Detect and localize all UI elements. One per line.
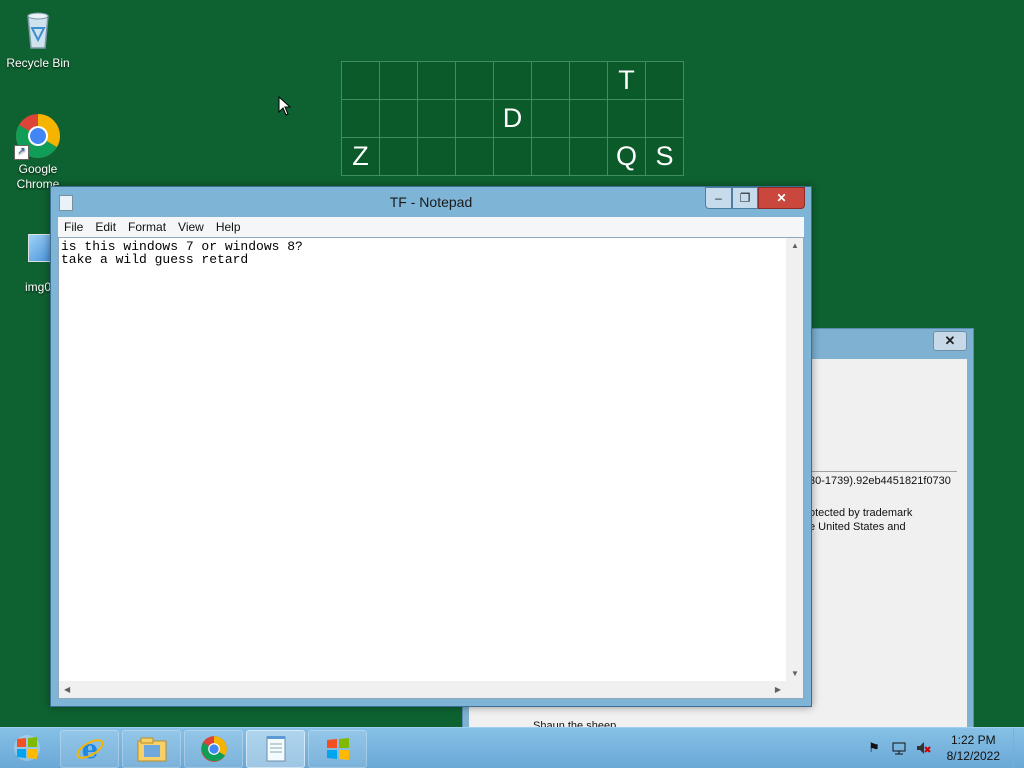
volume-muted-icon[interactable] <box>915 740 931 756</box>
start-button[interactable] <box>2 730 52 766</box>
menu-edit[interactable]: Edit <box>89 220 122 234</box>
taskbar-internet-explorer[interactable]: e <box>60 730 119 768</box>
version-text: 30-1739).92eb4451821f0730 <box>809 475 951 487</box>
horizontal-scrollbar[interactable]: ◀ ▶ <box>59 681 786 698</box>
clock-date: 8/12/2022 <box>946 749 1000 763</box>
grid-cell <box>532 100 570 138</box>
menu-format[interactable]: Format <box>122 220 172 234</box>
vertical-scrollbar[interactable]: ▲ ▼ <box>786 238 803 681</box>
grid-cell <box>646 62 684 100</box>
menu-file[interactable]: File <box>58 220 89 234</box>
grid-cell: Z <box>342 138 380 176</box>
taskbar-notepad[interactable] <box>246 730 305 768</box>
grid-cell <box>456 62 494 100</box>
window-title: TF - Notepad <box>389 194 473 210</box>
grid-cell <box>646 100 684 138</box>
restore-button[interactable]: ❐ <box>732 187 758 209</box>
menu-view[interactable]: View <box>172 220 210 234</box>
restore-icon: ❐ <box>739 191 751 205</box>
svg-text:e: e <box>81 735 98 764</box>
menu-help[interactable]: Help <box>210 220 247 234</box>
close-icon: ✕ <box>944 333 956 348</box>
grid-cell <box>570 100 608 138</box>
notepad-icon <box>266 736 285 762</box>
desktop-icon-label: Recycle Bin <box>6 56 70 70</box>
grid-cell <box>570 62 608 100</box>
grid-cell <box>608 100 646 138</box>
chrome-icon <box>200 736 227 762</box>
taskbar-windows-app[interactable] <box>308 730 367 768</box>
minimize-icon: – <box>715 191 722 205</box>
internet-explorer-icon: e <box>76 735 103 764</box>
desktop-icon-recycle-bin[interactable]: Recycle Bin <box>0 6 76 71</box>
divider <box>809 471 957 472</box>
grid-cell <box>380 62 418 100</box>
taskbar-chrome[interactable] <box>184 730 243 768</box>
file-explorer-icon <box>137 737 166 762</box>
windows-icon <box>326 738 349 760</box>
grid-cell: D <box>494 100 532 138</box>
trademark-text: otected by trademark <box>809 507 913 519</box>
wallpaper-grid: T D Z QS <box>341 61 684 176</box>
scroll-left-icon[interactable]: ◀ <box>64 685 70 694</box>
chrome-icon: ↗ <box>14 112 62 160</box>
desktop-icon-chrome[interactable]: ↗ Google Chrome <box>0 112 76 192</box>
editor-text[interactable]: is this windows 7 or windows 8? take a wi… <box>59 240 785 680</box>
grid-cell <box>532 138 570 176</box>
grid-cell <box>494 62 532 100</box>
grid-cell <box>570 138 608 176</box>
grid-cell <box>456 138 494 176</box>
system-clock[interactable]: 1:22 PM 8/12/2022 <box>947 732 1000 764</box>
scroll-down-icon[interactable]: ▼ <box>791 669 799 678</box>
grid-cell <box>342 100 380 138</box>
grid-cell <box>380 138 418 176</box>
menu-bar: File Edit Format View Help <box>58 217 804 237</box>
scroll-up-icon[interactable]: ▲ <box>791 241 799 250</box>
grid-cell <box>494 138 532 176</box>
grid-cell <box>342 62 380 100</box>
grid-cell <box>380 100 418 138</box>
grid-cell: Q <box>608 138 646 176</box>
taskbar-file-explorer[interactable] <box>122 730 181 768</box>
mouse-cursor-icon <box>278 96 292 116</box>
trademark-text-2: e United States and <box>809 521 906 533</box>
grid-cell <box>456 100 494 138</box>
grid-cell <box>418 62 456 100</box>
grid-cell <box>418 100 456 138</box>
close-button[interactable]: ✕ <box>758 187 805 209</box>
recycle-bin-icon <box>14 6 62 54</box>
close-icon: ✕ <box>776 191 787 205</box>
grid-cell: S <box>646 138 684 176</box>
show-desktop-button[interactable] <box>1013 728 1024 768</box>
grid-cell <box>532 62 570 100</box>
text-editor-area[interactable]: is this windows 7 or windows 8? take a wi… <box>58 237 804 699</box>
minimize-button[interactable]: – <box>705 187 732 209</box>
notepad-window[interactable]: TF - Notepad – ❐ ✕ File Edit Format View… <box>50 186 812 707</box>
network-icon[interactable] <box>891 740 907 756</box>
grid-cell: T <box>608 62 646 100</box>
clock-time: 1:22 PM <box>950 733 996 747</box>
taskbar: e ⚑ 1:22 PM 8/12/2022 <box>0 727 1024 768</box>
shortcut-arrow-icon: ↗ <box>14 145 29 160</box>
start-icon <box>14 735 40 761</box>
text-line: take a wild guess retard <box>61 252 249 267</box>
grid-cell <box>418 138 456 176</box>
resize-grip[interactable] <box>786 681 803 698</box>
scroll-right-icon[interactable]: ▶ <box>775 685 781 694</box>
flag-icon[interactable]: ⚑ <box>866 740 882 756</box>
close-button[interactable]: ✕ <box>933 331 967 351</box>
